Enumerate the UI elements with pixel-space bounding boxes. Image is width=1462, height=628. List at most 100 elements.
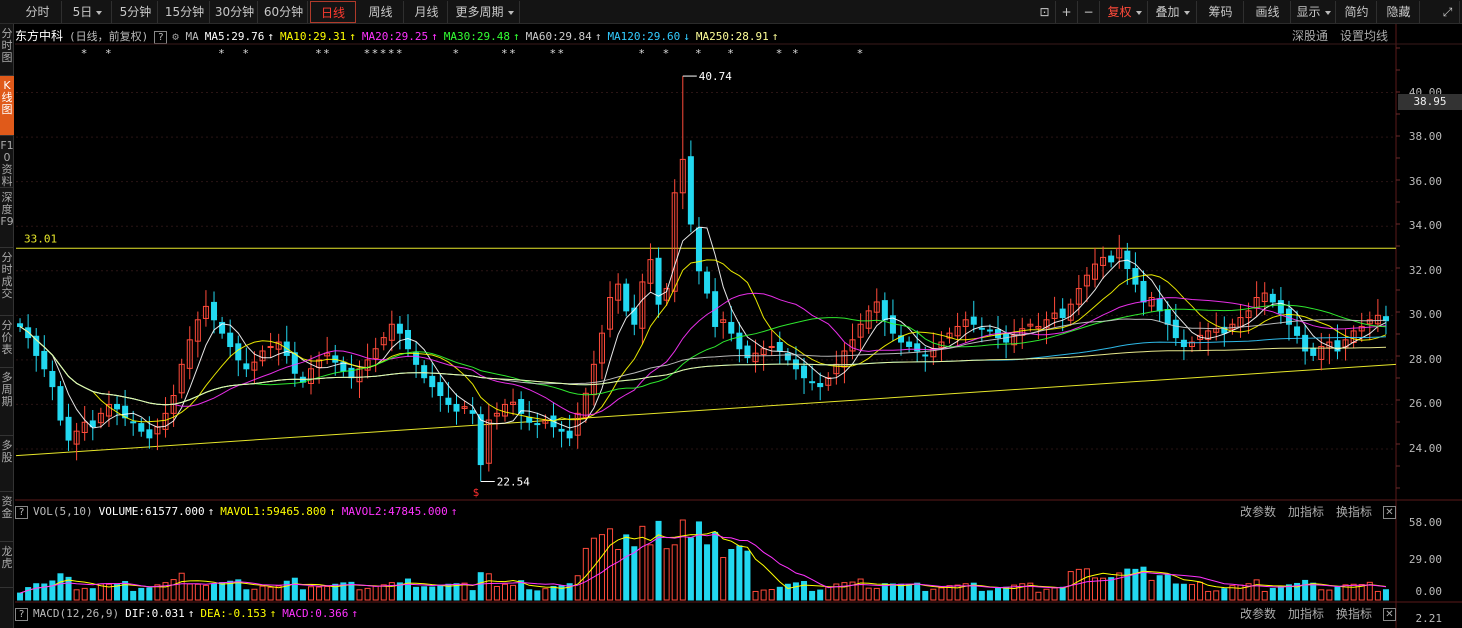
candle-body bbox=[146, 429, 153, 439]
toolbar-btn-4[interactable]: 显示 bbox=[1292, 1, 1336, 23]
volume-bar bbox=[752, 590, 759, 601]
header-link[interactable]: 深股通 bbox=[1292, 29, 1328, 43]
volume-bar bbox=[267, 586, 274, 601]
candle-body bbox=[712, 291, 719, 327]
help-icon[interactable]: ? bbox=[15, 505, 28, 519]
side-tab-4[interactable]: 分时成交 bbox=[0, 248, 14, 316]
candle-body bbox=[954, 325, 961, 337]
trend-arrow-icon: ↑ bbox=[207, 505, 215, 518]
help-icon[interactable]: ? bbox=[154, 30, 168, 44]
volume-bar bbox=[809, 590, 816, 601]
candle-body bbox=[687, 156, 694, 225]
toolbar-btn-0[interactable]: 复权 bbox=[1102, 1, 1148, 23]
close-icon[interactable]: ✕ bbox=[1383, 608, 1396, 621]
period-tab-0[interactable]: 分时 bbox=[14, 1, 62, 23]
period-tab-8[interactable]: 月线 bbox=[406, 1, 448, 23]
candle-body bbox=[162, 412, 169, 430]
side-tab-8[interactable]: 资金 bbox=[0, 492, 14, 542]
expand-icon[interactable]: ⤢ bbox=[1436, 1, 1460, 23]
candle-body bbox=[582, 392, 589, 418]
volume-bar bbox=[922, 590, 929, 601]
period-tab-2[interactable]: 5分钟 bbox=[114, 1, 158, 23]
period-tab-4[interactable]: 30分钟 bbox=[212, 1, 258, 23]
main-header-links: 深股通 设置均线 bbox=[1280, 26, 1388, 46]
settings-icon[interactable]: ⚙ bbox=[172, 30, 185, 43]
candle-body bbox=[202, 305, 209, 319]
volume-bar bbox=[1164, 573, 1171, 601]
candle-body bbox=[695, 227, 702, 272]
side-tab-0[interactable]: 分时图 bbox=[0, 24, 14, 76]
toolbar-btn-5[interactable]: 简约 bbox=[1337, 1, 1377, 23]
volume-bar bbox=[1003, 586, 1010, 601]
side-tab-6[interactable]: 多周期 bbox=[0, 368, 14, 436]
volume-bar bbox=[122, 581, 129, 601]
event-marker: * bbox=[509, 47, 516, 60]
minus-icon[interactable]: − bbox=[1078, 1, 1100, 23]
period-tab-5[interactable]: 60分钟 bbox=[260, 1, 308, 23]
toolbar-btn-2[interactable]: 筹码 bbox=[1198, 1, 1244, 23]
volume-bar bbox=[396, 582, 403, 601]
header-link[interactable]: 改参数 bbox=[1240, 607, 1276, 621]
volume-bar bbox=[598, 534, 605, 601]
candle-body bbox=[485, 419, 492, 464]
help-icon[interactable]: ? bbox=[15, 607, 28, 621]
ma-line-5 bbox=[19, 226, 1387, 429]
side-tab-7[interactable]: 多股 bbox=[0, 436, 14, 492]
event-marker: * bbox=[663, 47, 670, 60]
candle-body bbox=[1213, 328, 1220, 333]
header-link[interactable]: 加指标 bbox=[1288, 505, 1324, 519]
volume-bar bbox=[1245, 583, 1252, 601]
candle-body bbox=[267, 346, 274, 349]
candle-body bbox=[1091, 263, 1098, 280]
side-tab-5[interactable]: 分价表 bbox=[0, 316, 14, 368]
volume-bar bbox=[615, 549, 622, 601]
side-tab-2[interactable]: F10资料 bbox=[0, 136, 14, 188]
candle-body bbox=[299, 376, 306, 383]
candle-body bbox=[970, 316, 977, 325]
period-tab-9[interactable]: 更多周期 bbox=[450, 1, 520, 23]
candle-body bbox=[1277, 300, 1284, 314]
header-link[interactable]: 设置均线 bbox=[1340, 29, 1388, 43]
trend-arrow-icon: ↑ bbox=[594, 30, 602, 43]
side-tab-1[interactable]: K线图 bbox=[0, 76, 14, 136]
period-tab-3[interactable]: 15分钟 bbox=[160, 1, 210, 23]
candle-body bbox=[114, 403, 121, 410]
plus-icon[interactable]: + bbox=[1056, 1, 1078, 23]
toolbar-btn-6[interactable]: 隐藏 bbox=[1378, 1, 1420, 23]
indicator-value: MA60:29.84 bbox=[525, 30, 592, 43]
volume-bar bbox=[429, 586, 436, 601]
candle-body bbox=[663, 288, 670, 301]
kline-chart[interactable]: 33.0140.7422.54* * * * * * * * * * * * * * * * * * * * * * *$ bbox=[0, 0, 1462, 628]
volume-bar bbox=[978, 590, 985, 601]
price-axis-label: 36.00 bbox=[1408, 174, 1442, 188]
volume-bar bbox=[1285, 584, 1292, 601]
candle-body bbox=[752, 352, 759, 363]
header-link[interactable]: 改参数 bbox=[1240, 505, 1276, 519]
volume-bar bbox=[1059, 586, 1066, 601]
candle-body bbox=[1003, 333, 1010, 343]
toolbar-btn-1[interactable]: 叠加 bbox=[1149, 1, 1197, 23]
period-tab-1[interactable]: 5日 bbox=[64, 1, 112, 23]
candle-body bbox=[1229, 323, 1236, 330]
header-link[interactable]: 换指标 bbox=[1336, 505, 1372, 519]
lock-icon[interactable]: ⊡ bbox=[1034, 1, 1056, 23]
candle-body bbox=[211, 301, 218, 321]
period-tab-7[interactable]: 周线 bbox=[358, 1, 404, 23]
event-marker: * bbox=[638, 47, 645, 60]
volume-bar bbox=[881, 583, 888, 601]
volume-bar bbox=[510, 584, 517, 601]
header-link[interactable]: 换指标 bbox=[1336, 607, 1372, 621]
close-icon[interactable]: ✕ bbox=[1383, 506, 1396, 519]
volume-bar bbox=[744, 550, 751, 601]
side-tab-9[interactable]: 龙虎 bbox=[0, 542, 14, 588]
volume-bar bbox=[275, 585, 282, 601]
candle-body bbox=[558, 428, 565, 432]
side-tab-3[interactable]: 深度F9 bbox=[0, 188, 14, 248]
toolbar-btn-3[interactable]: 画线 bbox=[1245, 1, 1291, 23]
candle-body bbox=[356, 368, 363, 383]
candle-body bbox=[518, 399, 525, 414]
event-marker: * bbox=[380, 47, 387, 60]
header-link[interactable]: 加指标 bbox=[1288, 607, 1324, 621]
period-tab-6[interactable]: 日线 bbox=[310, 1, 356, 23]
volume-bar bbox=[558, 585, 565, 601]
